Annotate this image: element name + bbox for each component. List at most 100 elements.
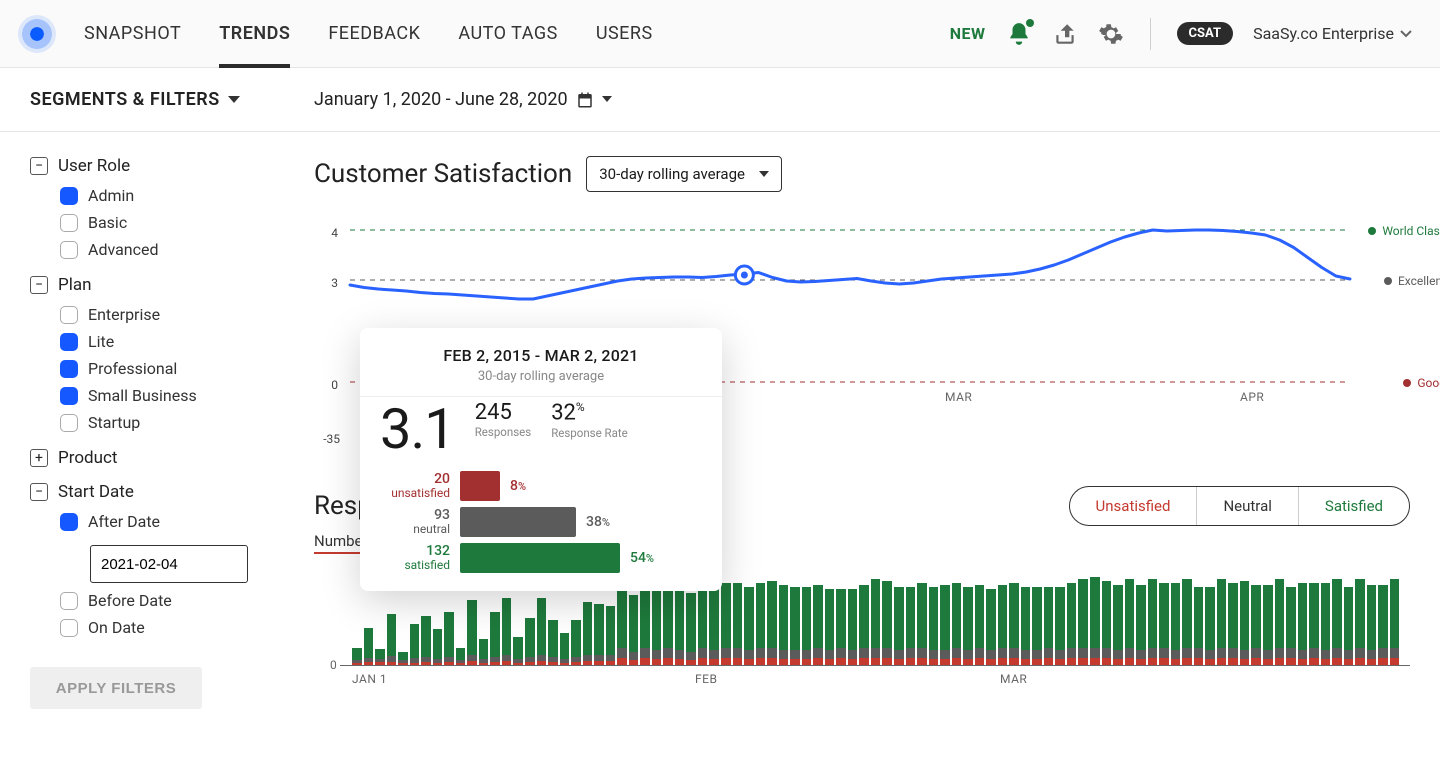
- after-date-input[interactable]: [90, 545, 248, 583]
- responses-bar[interactable]: [444, 612, 454, 665]
- responses-bar[interactable]: [790, 587, 800, 665]
- responses-bar[interactable]: [756, 583, 766, 665]
- responses-bar[interactable]: [733, 583, 743, 665]
- responses-bar[interactable]: [1390, 579, 1400, 665]
- responses-bar[interactable]: [802, 587, 812, 665]
- tab-snapshot[interactable]: SNAPSHOT: [84, 0, 181, 68]
- responses-bar[interactable]: [1136, 585, 1146, 665]
- pill-neutral[interactable]: Neutral: [1197, 487, 1298, 525]
- responses-bar[interactable]: [1205, 587, 1215, 665]
- responses-bar[interactable]: [1321, 583, 1331, 665]
- filter-option-lite[interactable]: Lite: [60, 332, 270, 351]
- responses-bar[interactable]: [1090, 577, 1100, 665]
- responses-bar[interactable]: [917, 583, 927, 665]
- responses-bar[interactable]: [1009, 583, 1019, 665]
- date-range-picker[interactable]: January 1, 2020 - June 28, 2020: [300, 89, 612, 110]
- filter-option-after-date[interactable]: After Date: [60, 512, 270, 531]
- responses-bar[interactable]: [652, 591, 662, 665]
- facet-header-start-date[interactable]: −Start Date: [30, 482, 270, 502]
- responses-bar[interactable]: [1228, 583, 1238, 665]
- responses-bar[interactable]: [479, 639, 489, 665]
- responses-bar[interactable]: [1367, 585, 1377, 665]
- responses-bar[interactable]: [364, 628, 374, 665]
- filter-option-before-date[interactable]: Before Date: [60, 591, 270, 610]
- responses-bar[interactable]: [848, 589, 858, 665]
- responses-bar[interactable]: [859, 585, 869, 665]
- responses-bar[interactable]: [998, 585, 1008, 665]
- responses-bar[interactable]: [1275, 579, 1285, 665]
- responses-bar[interactable]: [871, 579, 881, 665]
- responses-bar[interactable]: [1113, 585, 1123, 665]
- responses-bar[interactable]: [398, 652, 408, 665]
- responses-bar[interactable]: [1021, 587, 1031, 665]
- responses-bar[interactable]: [940, 585, 950, 665]
- responses-bar[interactable]: [1298, 583, 1308, 665]
- responses-bar[interactable]: [1044, 587, 1054, 665]
- responses-bar[interactable]: [352, 648, 362, 665]
- bell-icon[interactable]: [1006, 21, 1032, 47]
- responses-bar[interactable]: [583, 602, 593, 665]
- filter-option-startup[interactable]: Startup: [60, 413, 270, 432]
- responses-bar[interactable]: [1240, 581, 1250, 665]
- responses-bar[interactable]: [836, 589, 846, 665]
- responses-bar[interactable]: [1102, 581, 1112, 665]
- gear-icon[interactable]: [1098, 21, 1124, 47]
- responses-bar[interactable]: [1355, 579, 1365, 665]
- responses-bar[interactable]: [744, 587, 754, 665]
- responses-bar[interactable]: [1194, 587, 1204, 665]
- responses-bar[interactable]: [813, 585, 823, 665]
- responses-bar[interactable]: [767, 581, 777, 665]
- responses-bar[interactable]: [548, 620, 558, 665]
- apply-filters-button[interactable]: APPLY FILTERS: [30, 667, 202, 709]
- responses-bar[interactable]: [906, 587, 916, 665]
- responses-bar[interactable]: [1332, 579, 1342, 665]
- responses-bar[interactable]: [952, 583, 962, 665]
- responses-bar[interactable]: [663, 585, 673, 665]
- responses-bar[interactable]: [617, 589, 627, 665]
- responses-bar[interactable]: [1067, 583, 1077, 665]
- responses-bar[interactable]: [1344, 587, 1354, 665]
- facet-header-product[interactable]: +Product: [30, 448, 270, 468]
- responses-bar[interactable]: [675, 589, 685, 665]
- responses-bar[interactable]: [537, 598, 547, 665]
- responses-bar[interactable]: [594, 604, 604, 665]
- responses-bar[interactable]: [686, 593, 696, 665]
- responses-bar[interactable]: [1055, 587, 1065, 665]
- account-switcher[interactable]: SaaSy.co Enterprise: [1253, 24, 1412, 43]
- responses-bar[interactable]: [779, 585, 789, 665]
- segments-filters-toggle[interactable]: SEGMENTS & FILTERS: [0, 89, 300, 110]
- responses-bar[interactable]: [1125, 579, 1135, 665]
- responses-bar[interactable]: [882, 581, 892, 665]
- share-icon[interactable]: [1052, 21, 1078, 47]
- responses-bar[interactable]: [1182, 579, 1192, 665]
- responses-bar[interactable]: [410, 624, 420, 665]
- responses-bar[interactable]: [467, 600, 477, 665]
- tab-trends[interactable]: TRENDS: [219, 0, 290, 68]
- tab-users[interactable]: USERS: [596, 0, 653, 68]
- tab-feedback[interactable]: FEEDBACK: [328, 0, 420, 68]
- facet-header-plan[interactable]: −Plan: [30, 275, 270, 295]
- filter-option-on-date[interactable]: On Date: [60, 618, 270, 637]
- filter-option-professional[interactable]: Professional: [60, 359, 270, 378]
- responses-bar[interactable]: [894, 587, 904, 665]
- responses-bar[interactable]: [1148, 579, 1158, 665]
- filter-option-enterprise[interactable]: Enterprise: [60, 305, 270, 324]
- pill-satisfied[interactable]: Satisfied: [1299, 487, 1409, 525]
- responses-bar[interactable]: [375, 649, 385, 665]
- responses-bar[interactable]: [571, 620, 581, 665]
- pill-unsatisfied[interactable]: Unsatisfied: [1070, 487, 1198, 525]
- responses-bar[interactable]: [1078, 579, 1088, 665]
- filter-option-advanced[interactable]: Advanced: [60, 240, 270, 259]
- rolling-average-dropdown[interactable]: 30-day rolling average: [586, 156, 782, 192]
- csat-badge[interactable]: CSAT: [1177, 22, 1234, 45]
- responses-bar[interactable]: [606, 606, 616, 665]
- filter-option-basic[interactable]: Basic: [60, 213, 270, 232]
- facet-header-user-role[interactable]: −User Role: [30, 156, 270, 176]
- responses-bar[interactable]: [1378, 585, 1388, 665]
- responses-bar[interactable]: [721, 583, 731, 665]
- responses-bar[interactable]: [387, 614, 397, 665]
- responses-bar[interactable]: [825, 589, 835, 665]
- responses-bar[interactable]: [986, 589, 996, 665]
- tab-auto-tags[interactable]: AUTO TAGS: [458, 0, 557, 68]
- responses-bar[interactable]: [1309, 583, 1319, 665]
